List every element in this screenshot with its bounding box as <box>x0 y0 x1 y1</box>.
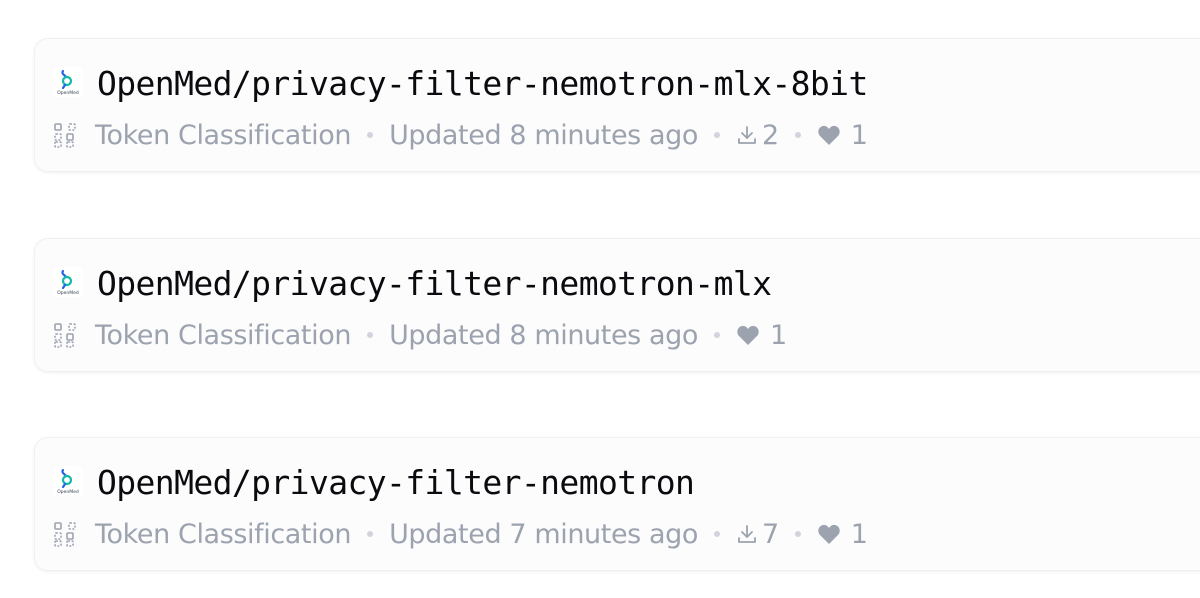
download-icon <box>738 126 756 144</box>
heart-icon <box>737 325 759 345</box>
likes-count: 1 <box>770 319 787 351</box>
model-meta: Token Classification Updated 8 minutes a… <box>53 317 787 353</box>
likes-count: 1 <box>850 518 868 550</box>
likes-count: 1 <box>850 119 868 151</box>
token-classification-icon <box>54 522 76 547</box>
updated-label: Updated 7 minutes ago <box>389 518 699 550</box>
svg-text:OpenMed: OpenMed <box>57 290 79 296</box>
token-classification-icon <box>54 323 76 348</box>
separator-dot <box>794 531 801 537</box>
task-label: Token Classification <box>95 319 352 351</box>
downloads-count: 7 <box>762 518 779 550</box>
separator-dot <box>367 531 374 537</box>
download-icon <box>738 525 756 543</box>
downloads-stat: 2 <box>736 120 779 151</box>
updated-label: Updated 8 minutes ago <box>389 119 699 151</box>
model-meta: Token Classification Updated 7 minutes a… <box>53 516 868 552</box>
heart-icon <box>818 125 840 145</box>
likes-stat: 1 <box>736 320 787 351</box>
model-card[interactable]: OpenMed OpenMed/privacy-filter-nemotron-… <box>34 238 1200 372</box>
model-name[interactable]: OpenMed/privacy-filter-nemotron-mlx <box>97 264 772 304</box>
task-label: Token Classification <box>95 518 352 550</box>
separator-dot <box>794 132 801 138</box>
model-name[interactable]: OpenMed/privacy-filter-nemotron-mlx-8bit <box>97 64 868 104</box>
model-name[interactable]: OpenMed/privacy-filter-nemotron <box>97 463 695 503</box>
separator-dot <box>714 132 721 138</box>
model-card[interactable]: OpenMed OpenMed/privacy-filter-nemotron … <box>34 437 1200 571</box>
separator-dot <box>367 132 374 138</box>
separator-dot <box>714 332 721 338</box>
model-meta: Token Classification Updated 8 minutes a… <box>53 117 868 153</box>
model-card[interactable]: OpenMed OpenMed/privacy-filter-nemotron-… <box>34 38 1200 172</box>
likes-stat: 1 <box>817 120 868 151</box>
task-label: Token Classification <box>95 119 352 151</box>
downloads-count: 2 <box>762 119 779 151</box>
token-classification-icon <box>54 123 76 148</box>
likes-stat: 1 <box>817 519 868 550</box>
downloads-stat: 7 <box>736 519 779 550</box>
svg-text:OpenMed: OpenMed <box>57 90 79 96</box>
heart-icon <box>818 524 840 544</box>
openmed-logo-icon: OpenMed <box>53 466 83 496</box>
separator-dot <box>714 531 721 537</box>
separator-dot <box>367 332 374 338</box>
updated-label: Updated 8 minutes ago <box>389 319 699 351</box>
openmed-logo-icon: OpenMed <box>53 67 83 97</box>
openmed-logo-icon: OpenMed <box>53 267 83 297</box>
svg-text:OpenMed: OpenMed <box>57 489 79 495</box>
